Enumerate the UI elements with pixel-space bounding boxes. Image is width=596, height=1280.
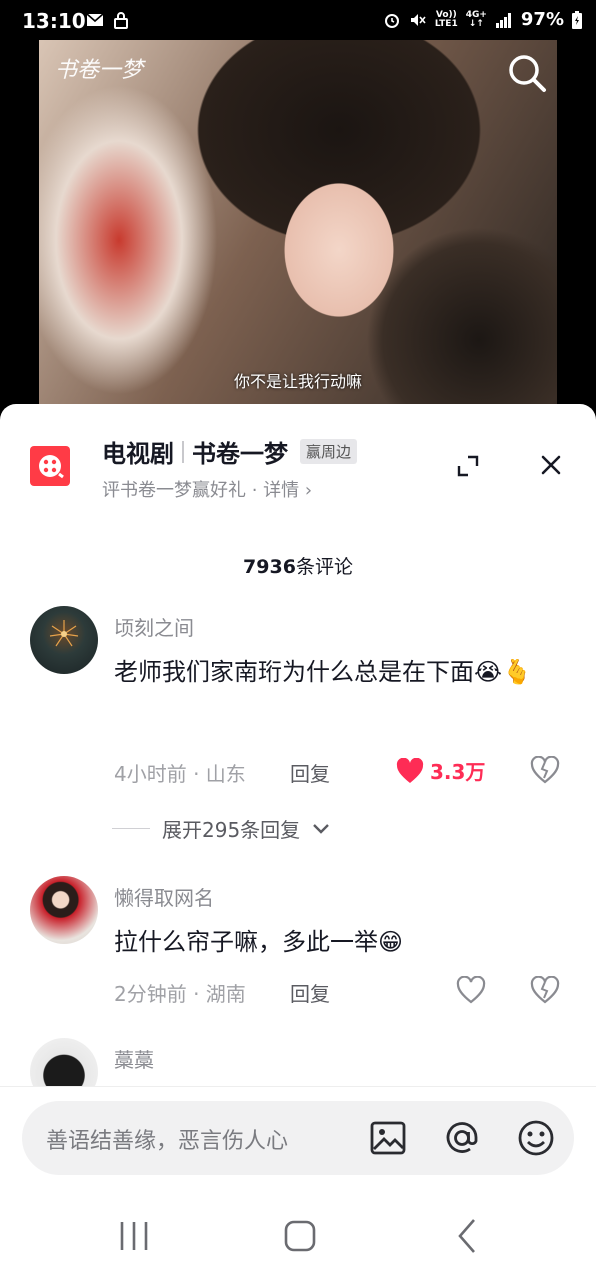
battery-icon (572, 10, 582, 29)
video-frame[interactable]: 书卷一梦 你不是让我行动嘛 (39, 40, 557, 406)
system-nav-bar (0, 1194, 596, 1280)
show-header[interactable]: 电视剧 书卷一梦 赢周边 评书卷一梦赢好礼 · 详情 › (0, 404, 596, 514)
recent-apps-icon[interactable] (114, 1216, 154, 1256)
comment-item[interactable]: 藁藁 (0, 1038, 596, 1106)
mention-icon[interactable] (442, 1118, 482, 1158)
comment-input-bar: 善语结善缘，恶言伤人心 (0, 1086, 596, 1194)
expand-icon[interactable] (456, 454, 480, 478)
comment-input-placeholder: 善语结善缘，恶言伤人心 (46, 1129, 289, 1154)
search-icon[interactable] (506, 52, 548, 94)
back-icon[interactable] (448, 1216, 488, 1256)
show-logo: 书卷一梦 (55, 58, 144, 83)
heart-filled-icon (396, 757, 424, 783)
dislike-icon[interactable] (530, 756, 560, 784)
like-button[interactable]: 3.3万 (396, 756, 485, 785)
comment-username[interactable]: 懒得取网名 (114, 882, 214, 911)
emoji-icon[interactable] (516, 1118, 556, 1158)
reply-button[interactable]: 回复 (290, 978, 330, 1007)
alarm-icon (384, 13, 399, 28)
comment-meta: 2分钟前 · 湖南 (114, 982, 246, 1006)
comment-count: 7936条评论 (243, 556, 353, 578)
show-category-icon (30, 446, 70, 486)
status-bar: 13:10 Vo)) LTE1 4G+ ↓↑ 97% (0, 0, 596, 40)
mute-icon (410, 13, 426, 26)
show-name: 书卷一梦 (192, 440, 288, 468)
expand-replies-button[interactable]: 展开295条回复 (112, 814, 330, 843)
chevron-down-icon (313, 823, 330, 834)
home-icon[interactable] (280, 1216, 320, 1256)
battery-percent: 97% (520, 9, 564, 30)
comment-meta: 4小时前 · 山东 (114, 762, 246, 786)
signal-icon (495, 12, 511, 28)
like-count: 3.3万 (430, 760, 486, 784)
comment-input[interactable]: 善语结善缘，恶言伤人心 (22, 1101, 574, 1175)
lock-icon (114, 12, 128, 29)
show-subline[interactable]: 评书卷一梦赢好礼 · 详情 › (102, 476, 312, 502)
promo-badge: 赢周边 (300, 439, 358, 464)
chevron-right-icon: › (304, 480, 313, 501)
close-icon[interactable] (540, 454, 562, 476)
volte-indicator: Vo)) LTE1 (434, 9, 458, 29)
dislike-icon[interactable] (530, 976, 560, 1004)
comment-item[interactable]: 懒得取网名 拉什么帘子嘛，多此一举😁 2分钟前 · 湖南 回复 (0, 876, 596, 1026)
image-icon[interactable] (368, 1118, 408, 1158)
reply-button[interactable]: 回复 (290, 758, 330, 787)
avatar[interactable] (30, 876, 98, 944)
comment-text: 老师我们家南珩为什么总是在下面😭🫰 (114, 658, 532, 686)
divider-line (112, 828, 150, 829)
comment-username[interactable]: 顷刻之间 (114, 612, 194, 641)
video-player[interactable]: 书卷一梦 你不是让我行动嘛 (0, 40, 596, 406)
show-category: 电视剧 (102, 440, 174, 468)
video-subtitle: 你不是让我行动嘛 (233, 372, 362, 391)
heart-outline-icon[interactable] (456, 976, 486, 1004)
comment-text: 拉什么帘子嘛，多此一举😁 (114, 928, 404, 956)
mail-icon (86, 13, 104, 26)
comment-item[interactable]: 顷刻之间 老师我们家南珩为什么总是在下面😭🫰 4小时前 · 山东 回复 3.3万… (0, 606, 596, 846)
status-time: 13:10 (22, 9, 86, 33)
network-type: 4G+ ↓↑ (465, 9, 487, 29)
show-title[interactable]: 电视剧 书卷一梦 赢周边 (102, 434, 358, 469)
title-separator (182, 440, 184, 463)
avatar[interactable] (30, 606, 98, 674)
comment-username[interactable]: 藁藁 (114, 1044, 154, 1073)
